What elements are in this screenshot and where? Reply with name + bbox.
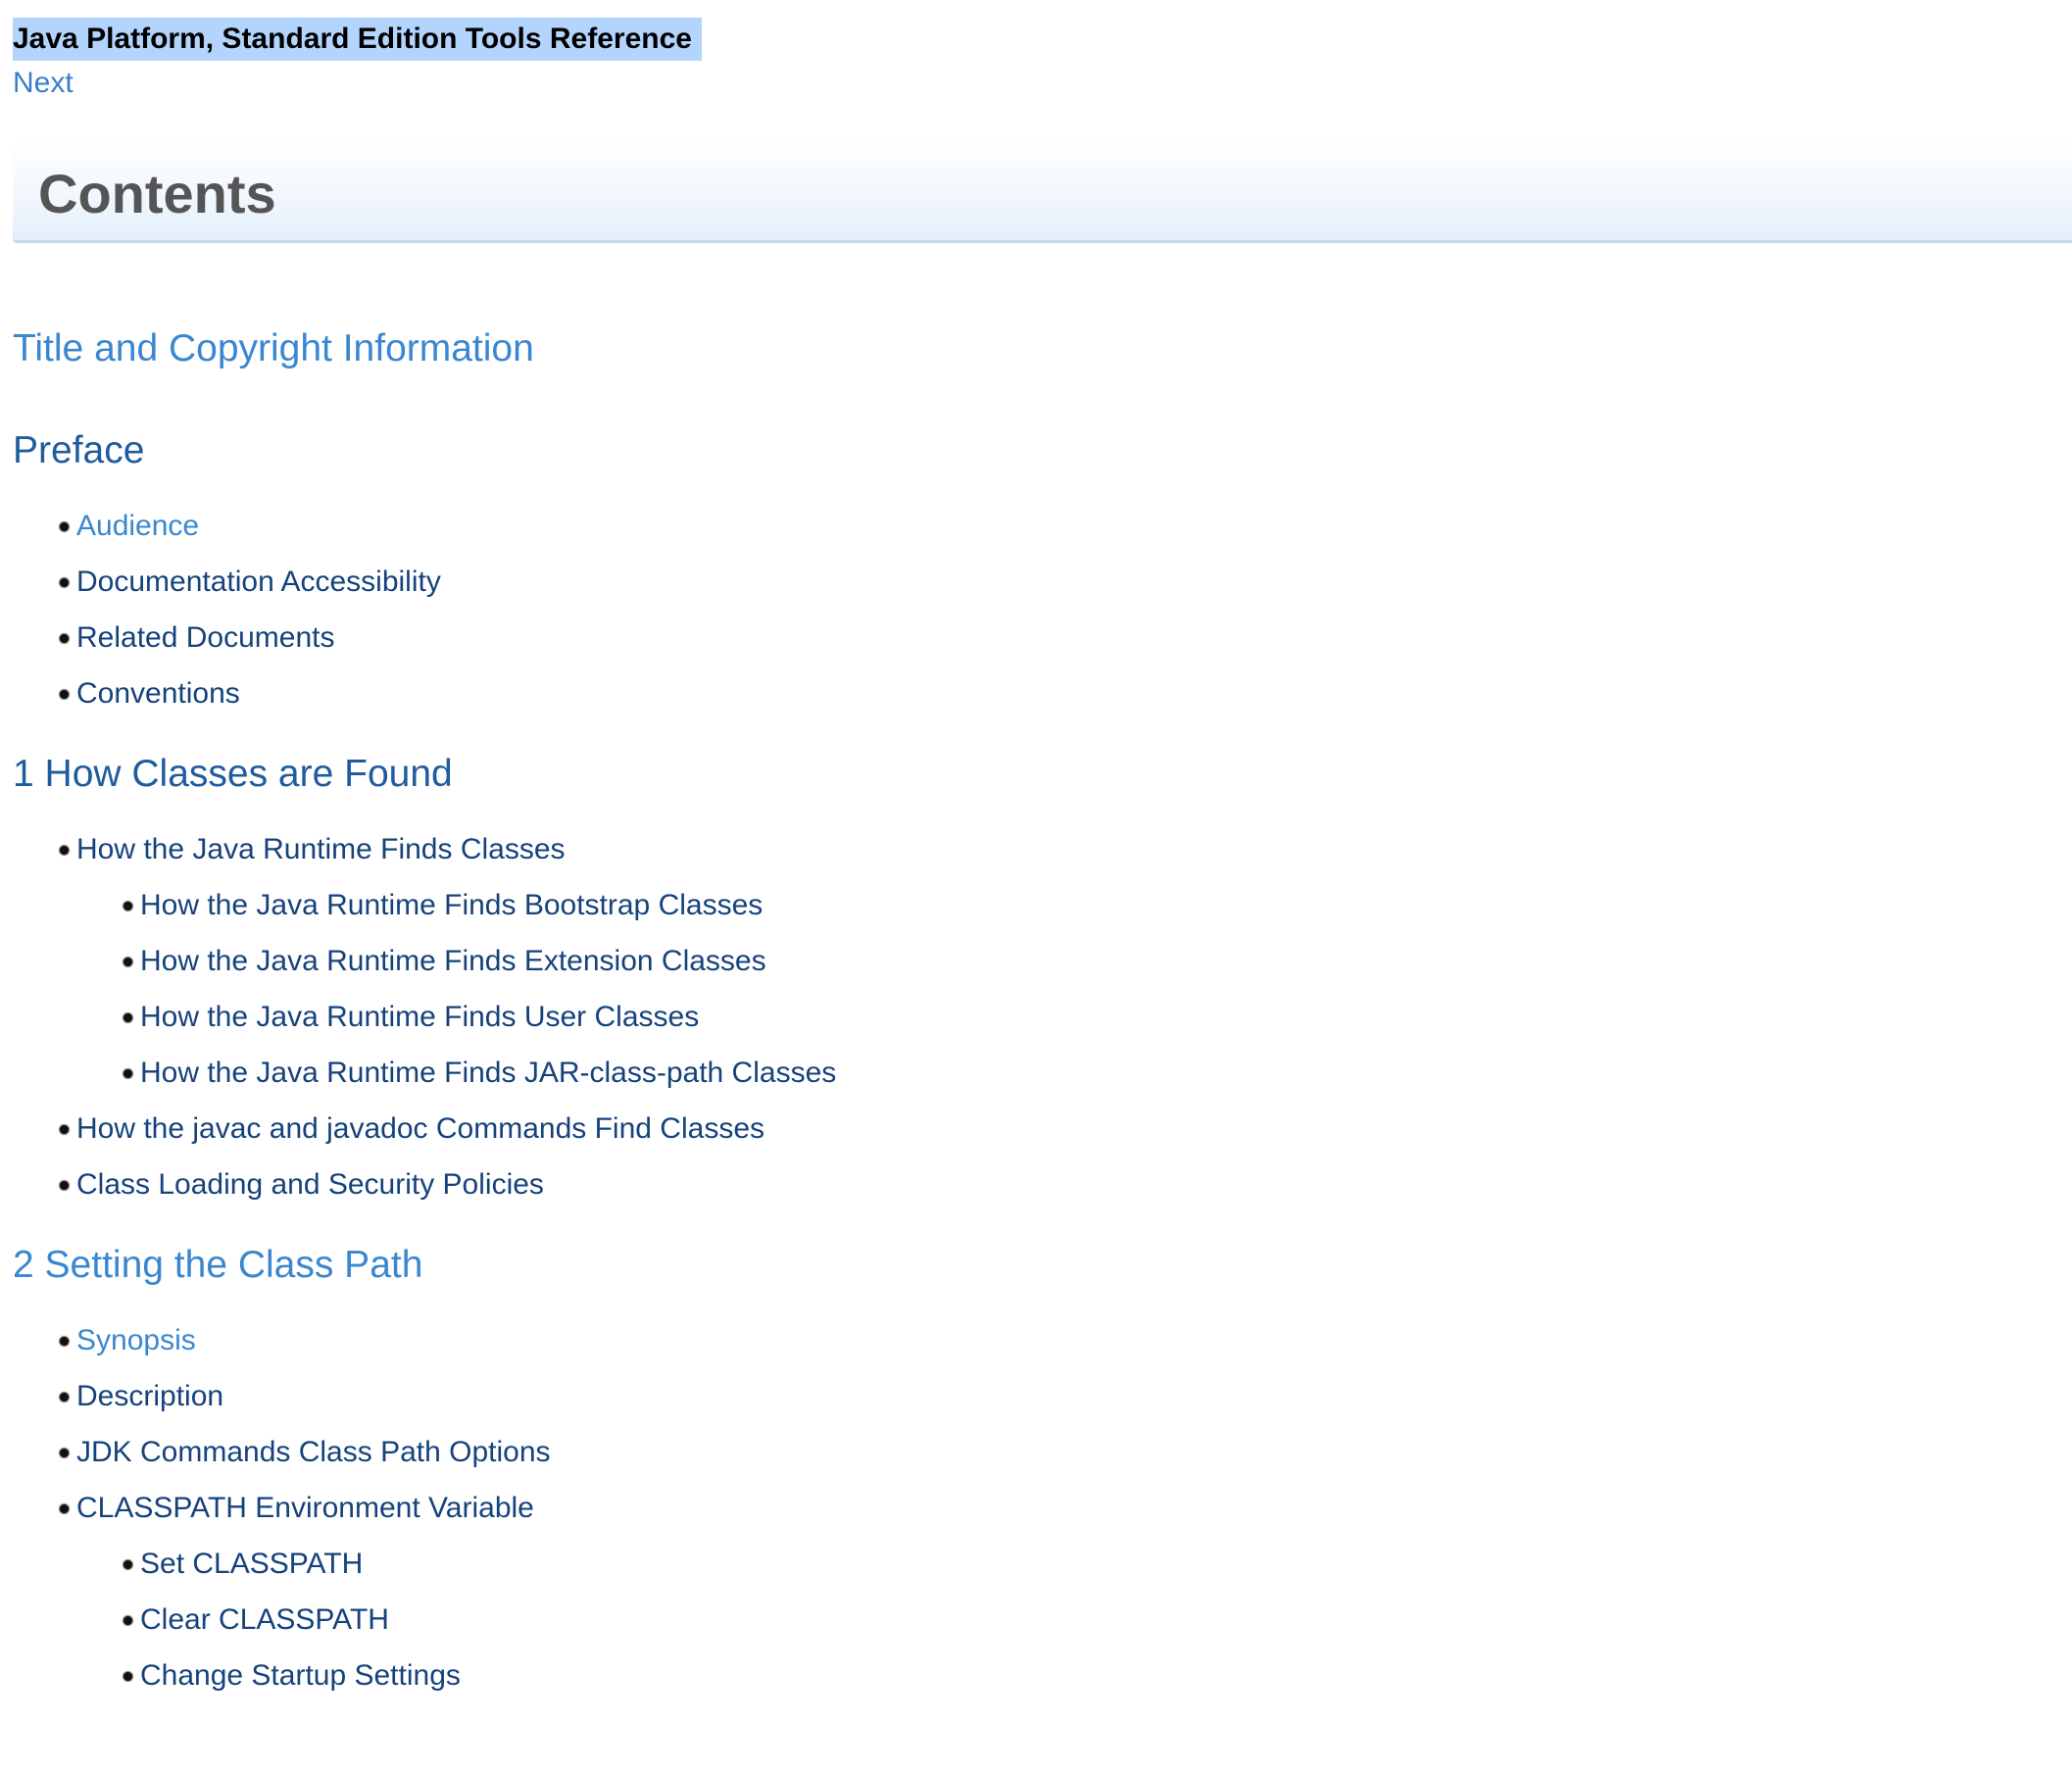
preface-list: Audience Documentation Accessibility Rel… — [13, 498, 2051, 721]
bullet-icon — [60, 1449, 69, 1457]
list-item: Set CLASSPATH — [13, 1536, 2051, 1592]
bullet-icon — [60, 634, 69, 643]
toc-related-documents-link[interactable]: Related Documents — [76, 621, 334, 654]
toc-preface-link[interactable]: Preface — [13, 425, 2051, 476]
book-title-text: Java Platform, Standard Edition Tools Re… — [13, 23, 692, 55]
toc-title-copyright-link[interactable]: Title and Copyright Information — [13, 323, 2051, 374]
bullet-icon — [60, 1337, 69, 1346]
list-item: Clear CLASSPATH — [13, 1592, 2051, 1648]
list-item: How the javac and javadoc Commands Find … — [13, 1101, 2051, 1157]
list-item: Audience — [13, 498, 2051, 554]
chapter-2-list: Synopsis Description JDK Commands Class … — [13, 1312, 2051, 1703]
toc-bootstrap-classes-link[interactable]: How the Java Runtime Finds Bootstrap Cla… — [140, 889, 763, 921]
list-item: Documentation Accessibility — [13, 554, 2051, 610]
table-of-contents: Title and Copyright Information Preface … — [13, 323, 2051, 1703]
list-item: Class Loading and Security Policies — [13, 1157, 2051, 1212]
bullet-icon — [123, 902, 132, 911]
list-item: Description — [13, 1368, 2051, 1424]
bullet-icon — [60, 578, 69, 587]
chapter-1-list: How the Java Runtime Finds Classes How t… — [13, 821, 2051, 1212]
bullet-icon — [123, 1560, 132, 1569]
contents-heading: Contents — [38, 163, 276, 224]
toc-javac-javadoc-link[interactable]: How the javac and javadoc Commands Find … — [76, 1112, 765, 1145]
bullet-icon — [60, 1393, 69, 1402]
list-item: How the Java Runtime Finds JAR-class-pat… — [13, 1045, 2051, 1101]
list-item: How the Java Runtime Finds Classes — [13, 821, 2051, 877]
bullet-icon — [123, 1069, 132, 1078]
bullet-icon — [60, 1181, 69, 1190]
list-item: CLASSPATH Environment Variable — [13, 1480, 2051, 1536]
list-item: How the Java Runtime Finds Bootstrap Cla… — [13, 877, 2051, 933]
list-item: Conventions — [13, 665, 2051, 721]
toc-audience-link[interactable]: Audience — [76, 510, 199, 542]
toc-jar-class-path-classes-link[interactable]: How the Java Runtime Finds JAR-class-pat… — [140, 1057, 836, 1089]
bullet-icon — [60, 846, 69, 855]
list-item: How the Java Runtime Finds Extension Cla… — [13, 933, 2051, 989]
contents-banner: Contents — [13, 137, 2072, 243]
toc-conventions-link[interactable]: Conventions — [76, 677, 240, 710]
list-item: JDK Commands Class Path Options — [13, 1424, 2051, 1480]
toc-runtime-finds-classes-link[interactable]: How the Java Runtime Finds Classes — [76, 833, 566, 865]
bullet-icon — [60, 1504, 69, 1513]
toc-change-startup-settings-link[interactable]: Change Startup Settings — [140, 1659, 461, 1692]
toc-classpath-env-link[interactable]: CLASSPATH Environment Variable — [76, 1492, 534, 1524]
bullet-icon — [123, 1013, 132, 1022]
toc-synopsis-link[interactable]: Synopsis — [76, 1324, 196, 1356]
toc-documentation-accessibility-link[interactable]: Documentation Accessibility — [76, 566, 441, 598]
list-item: Change Startup Settings — [13, 1648, 2051, 1703]
toc-chapter-2-link[interactable]: 2 Setting the Class Path — [13, 1240, 2051, 1291]
list-item: Synopsis — [13, 1312, 2051, 1368]
page: Java Platform, Standard Edition Tools Re… — [0, 0, 2072, 1772]
toc-extension-classes-link[interactable]: How the Java Runtime Finds Extension Cla… — [140, 945, 766, 977]
bullet-icon — [60, 522, 69, 531]
bullet-icon — [60, 690, 69, 699]
toc-description-link[interactable]: Description — [76, 1380, 223, 1412]
toc-set-classpath-link[interactable]: Set CLASSPATH — [140, 1548, 363, 1580]
bullet-icon — [123, 958, 132, 966]
toc-class-path-options-link[interactable]: JDK Commands Class Path Options — [76, 1436, 551, 1468]
book-title: Java Platform, Standard Edition Tools Re… — [13, 18, 702, 61]
list-item: Related Documents — [13, 610, 2051, 665]
bullet-icon — [60, 1125, 69, 1134]
toc-clear-classpath-link[interactable]: Clear CLASSPATH — [140, 1603, 389, 1636]
bullet-icon — [123, 1672, 132, 1681]
toc-chapter-1-link[interactable]: 1 How Classes are Found — [13, 749, 2051, 800]
toc-class-loading-security-link[interactable]: Class Loading and Security Policies — [76, 1168, 544, 1201]
toc-user-classes-link[interactable]: How the Java Runtime Finds User Classes — [140, 1001, 699, 1033]
next-link[interactable]: Next — [13, 63, 74, 104]
bullet-icon — [123, 1616, 132, 1625]
list-item: How the Java Runtime Finds User Classes — [13, 989, 2051, 1045]
